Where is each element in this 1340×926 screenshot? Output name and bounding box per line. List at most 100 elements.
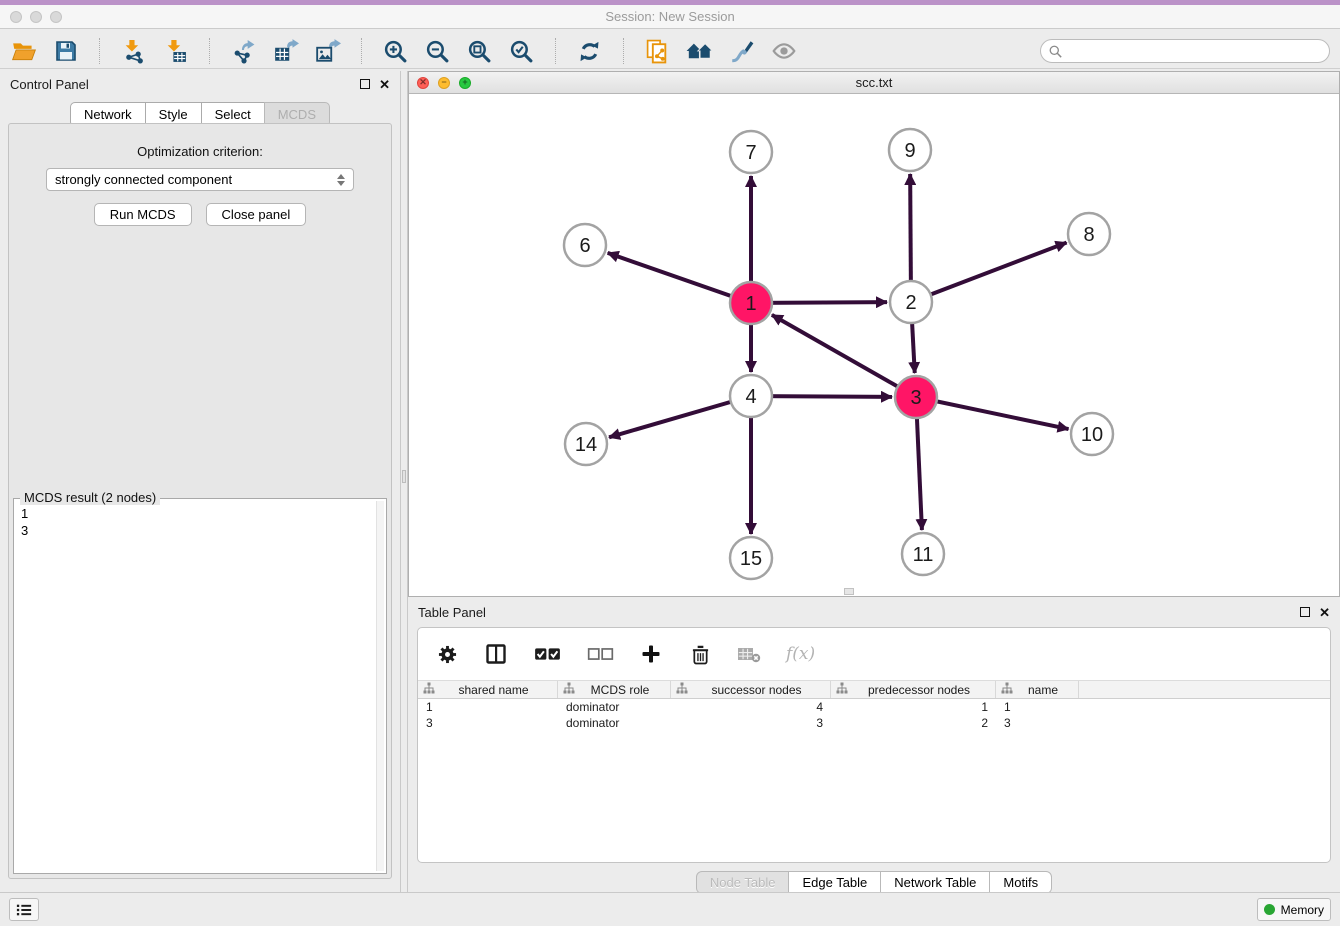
svg-text:9: 9 xyxy=(904,140,915,162)
search-field[interactable] xyxy=(1040,39,1330,63)
cell-MCDS-role[interactable]: dominator xyxy=(558,715,671,731)
toolbar-separator xyxy=(623,38,624,64)
window-title: Session: New Session xyxy=(0,9,1340,24)
svg-text:14: 14 xyxy=(575,434,597,456)
horizontal-splitter-handle[interactable] xyxy=(844,588,854,595)
table-tab-edge-table[interactable]: Edge Table xyxy=(788,871,881,894)
cell-successor-nodes[interactable]: 4 xyxy=(671,699,831,715)
cell-name[interactable]: 3 xyxy=(996,715,1079,731)
splitter-handle[interactable] xyxy=(402,470,406,483)
close-table-panel-icon[interactable]: ✕ xyxy=(1319,606,1330,619)
run-mcds-button[interactable]: Run MCDS xyxy=(94,203,192,226)
zoom-in-icon[interactable] xyxy=(382,38,409,65)
import-table-icon[interactable] xyxy=(162,38,189,65)
cell-predecessor-nodes[interactable]: 2 xyxy=(831,715,996,731)
first-neighbors-houses-icon[interactable] xyxy=(686,38,713,65)
toolbar-separator xyxy=(361,38,362,64)
node-3[interactable]: 3 xyxy=(895,376,937,418)
add-column-plus-icon[interactable] xyxy=(639,642,663,666)
edge-1-6[interactable] xyxy=(608,253,751,303)
zoom-fit-icon[interactable] xyxy=(466,38,493,65)
apply-layout-refresh-icon[interactable] xyxy=(576,38,603,65)
column-header-shared-name[interactable]: shared name xyxy=(418,681,558,698)
table-panel-title: Table Panel xyxy=(418,605,486,620)
column-header-successor-nodes[interactable]: successor nodes xyxy=(671,681,831,698)
zoom-out-icon[interactable] xyxy=(424,38,451,65)
search-icon xyxy=(1049,45,1062,58)
network-window: ✕ − + scc.txt 7968124314101511 xyxy=(408,71,1340,597)
column-header-name[interactable]: name xyxy=(996,681,1079,698)
cell-predecessor-nodes[interactable]: 1 xyxy=(831,699,996,715)
save-session-icon[interactable] xyxy=(52,38,79,65)
node-15[interactable]: 15 xyxy=(730,537,772,579)
close-panel-button[interactable]: Close panel xyxy=(206,203,307,226)
node-2[interactable]: 2 xyxy=(890,281,932,323)
node-8[interactable]: 8 xyxy=(1068,213,1110,255)
edge-2-8[interactable] xyxy=(911,243,1067,302)
svg-text:3: 3 xyxy=(910,387,921,409)
close-panel-icon[interactable]: ✕ xyxy=(379,78,390,91)
table-tab-network-table[interactable]: Network Table xyxy=(880,871,990,894)
edge-3-10[interactable] xyxy=(916,397,1069,429)
result-scrollbar[interactable] xyxy=(376,501,384,871)
list-icon xyxy=(16,903,32,917)
edge-3-1[interactable] xyxy=(772,315,916,397)
search-input[interactable] xyxy=(1068,44,1321,59)
column-layout-icon[interactable] xyxy=(484,642,508,666)
sort-tree-icon xyxy=(563,682,575,697)
export-image-icon[interactable] xyxy=(314,38,341,65)
sort-tree-icon xyxy=(676,682,688,697)
dropdown-stepper-icon xyxy=(337,174,345,186)
toggle-visibility-eye-icon[interactable] xyxy=(770,38,797,65)
float-table-panel-icon[interactable] xyxy=(1300,607,1310,617)
cell-shared-name[interactable]: 1 xyxy=(418,699,558,715)
control-panel: Control Panel ✕ NetworkStyleSelectMCDS O… xyxy=(0,71,400,885)
mcds-result-text[interactable]: 1 3 xyxy=(16,503,374,871)
sort-tree-icon xyxy=(1001,682,1013,697)
table-tab-motifs[interactable]: Motifs xyxy=(989,871,1052,894)
node-4[interactable]: 4 xyxy=(730,375,772,417)
node-11[interactable]: 11 xyxy=(902,533,944,575)
svg-text:6: 6 xyxy=(579,235,590,257)
memory-button[interactable]: Memory xyxy=(1257,898,1331,921)
settings-gear-icon[interactable] xyxy=(435,642,459,666)
select-all-columns-icon[interactable] xyxy=(533,642,561,666)
network-canvas[interactable]: 7 9 6 8 1 2 4 3 14 10 15 11 xyxy=(409,94,1339,596)
apply-style-brush-icon[interactable] xyxy=(728,38,755,65)
table-tab-node-table[interactable]: Node Table xyxy=(696,871,790,894)
task-history-button[interactable] xyxy=(9,898,39,921)
table-rows: 1dominator4113dominator323 xyxy=(418,699,1330,731)
cell-MCDS-role[interactable]: dominator xyxy=(558,699,671,715)
panel-splitter[interactable] xyxy=(400,71,408,892)
column-header-predecessor-nodes[interactable]: predecessor nodes xyxy=(831,681,996,698)
network-graph: 7 9 6 8 1 2 4 3 14 10 15 11 xyxy=(409,94,1339,596)
criterion-dropdown[interactable]: strongly connected component xyxy=(46,168,354,191)
node-1[interactable]: 1 xyxy=(730,282,772,324)
table-row[interactable]: 3dominator323 xyxy=(418,715,1330,731)
svg-text:2: 2 xyxy=(905,292,916,314)
float-panel-icon[interactable] xyxy=(360,79,370,89)
network-title: scc.txt xyxy=(409,75,1339,90)
node-9[interactable]: 9 xyxy=(889,129,931,171)
svg-text:1: 1 xyxy=(745,293,756,315)
node-10[interactable]: 10 xyxy=(1071,413,1113,455)
duplicate-network-icon[interactable] xyxy=(644,38,671,65)
node-6[interactable]: 6 xyxy=(564,224,606,266)
import-network-icon[interactable] xyxy=(120,38,147,65)
optimization-criterion-label: Optimization criterion: xyxy=(9,144,391,159)
open-session-icon[interactable] xyxy=(10,38,37,65)
criterion-value: strongly connected component xyxy=(55,172,232,187)
cell-successor-nodes[interactable]: 3 xyxy=(671,715,831,731)
cell-name[interactable]: 1 xyxy=(996,699,1079,715)
control-panel-title: Control Panel xyxy=(10,77,89,92)
table-row[interactable]: 1dominator411 xyxy=(418,699,1330,715)
delete-column-trash-icon[interactable] xyxy=(688,642,712,666)
export-table-icon[interactable] xyxy=(272,38,299,65)
deselect-all-columns-icon[interactable] xyxy=(586,642,614,666)
column-header-MCDS-role[interactable]: MCDS role xyxy=(558,681,671,698)
node-14[interactable]: 14 xyxy=(565,423,607,465)
zoom-selected-icon[interactable] xyxy=(508,38,535,65)
node-7[interactable]: 7 xyxy=(730,131,772,173)
export-network-icon[interactable] xyxy=(230,38,257,65)
cell-shared-name[interactable]: 3 xyxy=(418,715,558,731)
